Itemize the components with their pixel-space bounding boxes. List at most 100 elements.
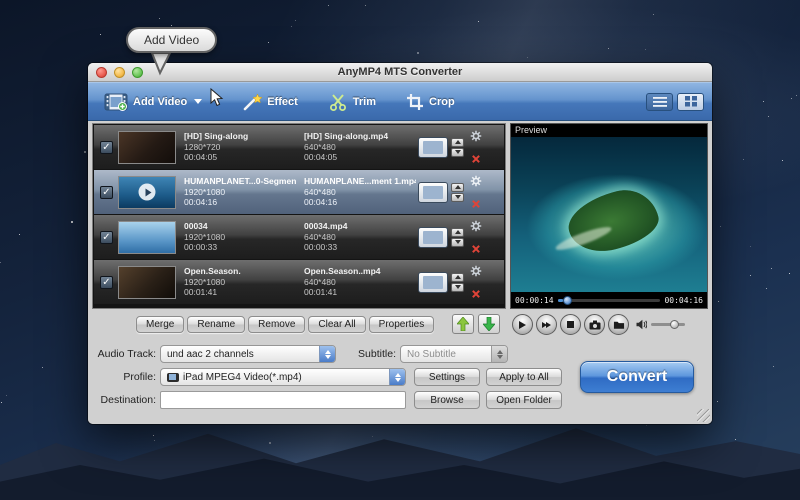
profile-stepper [451, 183, 464, 202]
clear-all-button[interactable]: Clear All [308, 316, 365, 333]
rename-button[interactable]: Rename [187, 316, 245, 333]
remove-button[interactable]: Remove [248, 316, 305, 333]
stepper-up-button[interactable] [451, 138, 464, 147]
open-folder-button[interactable]: Open Folder [486, 391, 562, 409]
zoom-button[interactable] [132, 67, 143, 78]
list-actions: Merge Rename Remove Clear All Properties [92, 313, 506, 335]
file-row-1[interactable]: [HD] Sing-along 1280*720 00:04:05 [HD] S… [94, 125, 504, 169]
close-button[interactable] [96, 67, 107, 78]
move-down-button[interactable] [478, 314, 500, 334]
open-output-button[interactable] [608, 314, 629, 335]
output-resolution: 640*480 [304, 187, 416, 198]
row-settings-gear-icon[interactable] [470, 220, 482, 232]
source-resolution: 1920*1080 [184, 232, 296, 243]
stepper-down-button[interactable] [451, 238, 464, 247]
elapsed-time: 00:00:14 [515, 296, 554, 305]
merge-button[interactable]: Merge [136, 316, 184, 333]
destination-label: Destination: [92, 394, 156, 406]
row-remove-icon[interactable] [471, 154, 481, 164]
trim-button[interactable]: Trim [320, 88, 384, 116]
grid-view-button[interactable] [677, 93, 704, 111]
row-remove-icon[interactable] [471, 244, 481, 254]
play-button[interactable] [512, 314, 533, 335]
fast-forward-button[interactable] [536, 314, 557, 335]
window-content: [HD] Sing-along 1280*720 00:04:05 [HD] S… [88, 121, 712, 424]
browse-button[interactable]: Browse [414, 391, 480, 409]
clear-all-label: Clear All [318, 319, 355, 330]
dropdown-arrows-icon [389, 369, 405, 385]
subtitle-dropdown[interactable]: No Subtitle [400, 345, 508, 363]
volume-slider[interactable] [651, 323, 685, 326]
preview-timebar: 00:00:14 00:04:16 [511, 292, 707, 308]
stepper-down-button[interactable] [451, 283, 464, 292]
volume-knob[interactable] [670, 320, 679, 329]
add-video-button[interactable]: Add Video [96, 89, 210, 115]
ipad-profile-icon [167, 373, 179, 382]
app-window: AnyMP4 MTS Converter Add Video Effect [88, 63, 712, 424]
row-settings-gear-icon[interactable] [470, 175, 482, 187]
row-checkbox[interactable] [100, 141, 113, 154]
tooltip-tail [148, 52, 174, 76]
browse-label: Browse [430, 395, 463, 406]
seek-knob[interactable] [563, 296, 572, 305]
device-profile-icon[interactable] [418, 182, 448, 203]
merge-label: Merge [146, 319, 174, 330]
video-thumbnail [118, 266, 176, 299]
island-image [562, 183, 663, 259]
profile-dropdown[interactable]: iPad MPEG4 Video(*.mp4) [160, 368, 406, 386]
device-profile-icon[interactable] [418, 272, 448, 293]
file-row-2-selected[interactable]: HUMANPLANET...0-Segment 1 1920*1080 00:0… [94, 170, 504, 214]
apply-to-all-button[interactable]: Apply to All [486, 368, 562, 386]
convert-button[interactable]: Convert [580, 361, 694, 393]
output-info: 00034.mp4 640*480 00:00:33 [304, 221, 416, 253]
effect-button[interactable]: Effect [234, 88, 306, 116]
stepper-up-button[interactable] [451, 183, 464, 192]
file-row-4[interactable]: Open.Season. 1920*1080 00:01:41 Open.Sea… [94, 260, 504, 304]
stop-button[interactable] [560, 314, 581, 335]
source-resolution: 1920*1080 [184, 277, 296, 288]
list-view-button[interactable] [646, 93, 673, 111]
row-settings-gear-icon[interactable] [470, 265, 482, 277]
settings-button[interactable]: Settings [414, 368, 480, 386]
add-video-tooltip: Add Video [126, 27, 217, 53]
row-settings-gear-icon[interactable] [470, 130, 482, 142]
resize-grip[interactable] [697, 409, 710, 422]
output-duration: 00:04:05 [304, 152, 416, 163]
seek-slider[interactable] [558, 299, 661, 302]
device-profile-icon[interactable] [418, 227, 448, 248]
file-row-3[interactable]: 00034 1920*1080 00:00:33 00034.mp4 640*4… [94, 215, 504, 259]
device-profile-icon[interactable] [418, 137, 448, 158]
row-checkbox[interactable] [100, 186, 113, 199]
play-overlay-icon[interactable] [139, 184, 156, 201]
magic-wand-icon [242, 92, 262, 112]
output-resolution: 640*480 [304, 277, 416, 288]
add-video-icon [104, 93, 128, 111]
output-duration: 00:01:41 [304, 287, 416, 298]
source-name: Open.Season. [184, 266, 296, 277]
stepper-down-button[interactable] [451, 148, 464, 157]
crop-icon [406, 93, 424, 111]
row-remove-icon[interactable] [471, 199, 481, 209]
source-resolution: 1280*720 [184, 142, 296, 153]
titlebar[interactable]: AnyMP4 MTS Converter [88, 63, 712, 82]
move-up-button[interactable] [452, 314, 474, 334]
source-info: 00034 1920*1080 00:00:33 [184, 221, 296, 253]
audio-track-label: Audio Track: [92, 348, 156, 360]
source-duration: 00:01:41 [184, 287, 296, 298]
row-remove-icon[interactable] [471, 289, 481, 299]
stepper-up-button[interactable] [451, 228, 464, 237]
apply-to-all-label: Apply to All [499, 372, 548, 383]
row-checkbox[interactable] [100, 231, 113, 244]
add-video-label: Add Video [133, 96, 187, 108]
stepper-up-button[interactable] [451, 273, 464, 282]
properties-button[interactable]: Properties [369, 316, 435, 333]
minimize-button[interactable] [114, 67, 125, 78]
destination-input[interactable] [160, 391, 406, 409]
stepper-down-button[interactable] [451, 193, 464, 202]
arrow-up-icon [457, 317, 469, 331]
row-checkbox[interactable] [100, 276, 113, 289]
device-screen [423, 186, 443, 199]
audio-track-dropdown[interactable]: und aac 2 channels [160, 345, 336, 363]
snapshot-button[interactable] [584, 314, 605, 335]
crop-button[interactable]: Crop [398, 89, 463, 115]
